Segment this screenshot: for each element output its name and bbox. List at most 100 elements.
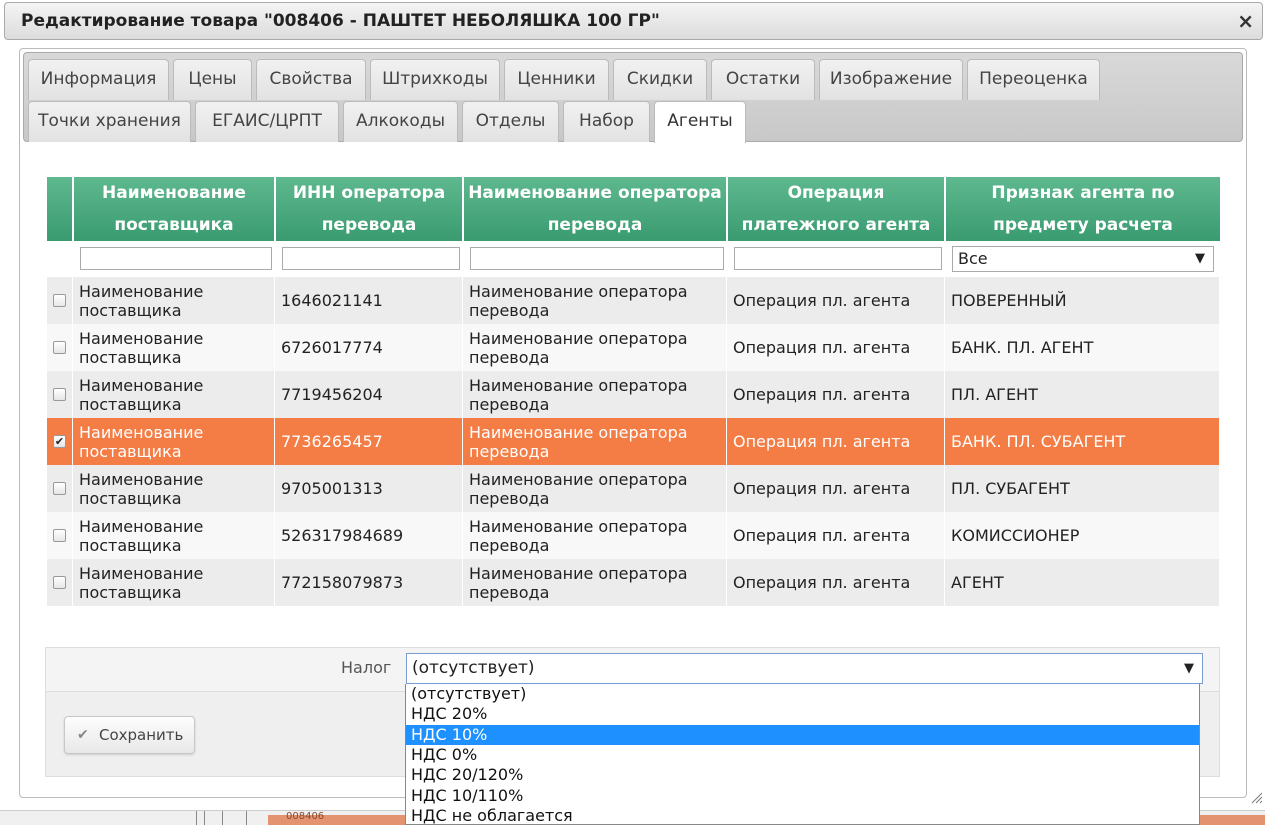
filter-operation-input[interactable] bbox=[734, 247, 942, 270]
table-row[interactable]: Наименование поставщика 772158079873 Наиме… bbox=[47, 559, 1220, 606]
tax-label: Налог bbox=[341, 658, 392, 677]
cell-agent-sign: БАНК. ПЛ. СУБАГЕНТ bbox=[946, 418, 1220, 465]
tab-set[interactable]: Набор bbox=[563, 101, 650, 142]
row-checkbox[interactable] bbox=[53, 482, 66, 495]
table-row[interactable]: Наименование поставщика 9705001313 Наимено… bbox=[47, 465, 1220, 512]
tab-egais[interactable]: ЕГАИС/ЦРПТ bbox=[195, 101, 339, 142]
row-checkbox[interactable]: ✔ bbox=[53, 435, 66, 448]
tax-option[interactable]: НДС 20% bbox=[406, 704, 1199, 724]
cell-operator: Наименование оператора перевода bbox=[464, 371, 727, 418]
filter-inn-input[interactable] bbox=[282, 247, 460, 270]
cell-checkbox bbox=[47, 324, 73, 371]
dialog-titlebar[interactable]: Редактирование товара "008406 - ПАШТЕТ Н… bbox=[4, 2, 1263, 40]
row-checkbox[interactable] bbox=[53, 388, 66, 401]
cell-inn: 7719456204 bbox=[276, 371, 463, 418]
save-button[interactable]: ✔ Сохранить bbox=[64, 716, 195, 754]
cell-operation: Операция пл. агента bbox=[728, 512, 945, 559]
checkmark-icon: ✔ bbox=[77, 727, 89, 743]
cell-checkbox bbox=[47, 465, 73, 512]
cell-agent-sign: ПЛ. АГЕНТ bbox=[946, 371, 1220, 418]
cell-operation: Операция пл. агента bbox=[728, 277, 945, 324]
cell-agent-sign: АГЕНТ bbox=[946, 559, 1220, 606]
tax-option[interactable]: (отсутствует) bbox=[406, 684, 1199, 704]
background-separator bbox=[246, 811, 247, 825]
tab-storage-points[interactable]: Точки хранения bbox=[28, 101, 191, 142]
cell-operator: Наименование оператора перевода bbox=[464, 324, 727, 371]
cell-checkbox bbox=[47, 512, 73, 559]
header-supplier[interactable]: Наименование поставщика bbox=[74, 177, 275, 241]
filter-operator-input[interactable] bbox=[470, 247, 724, 270]
cell-operator: Наименование оператора перевода bbox=[464, 465, 727, 512]
tab-prices[interactable]: Цены bbox=[173, 59, 252, 100]
tab-alcocodes[interactable]: Алкокоды bbox=[343, 101, 458, 142]
tax-option[interactable]: НДС 0% bbox=[406, 745, 1199, 765]
cell-operation: Операция пл. агента bbox=[728, 371, 945, 418]
cell-supplier: Наименование поставщика bbox=[74, 512, 275, 559]
tax-option[interactable]: НДС 10/110% bbox=[406, 786, 1199, 806]
table-row[interactable]: Наименование поставщика 6726017774 Наимено… bbox=[47, 324, 1220, 371]
cell-operator: Наименование оператора перевода bbox=[464, 418, 727, 465]
save-button-label: Сохранить bbox=[99, 726, 184, 744]
background-separator bbox=[222, 811, 223, 825]
tab-properties[interactable]: Свойства bbox=[256, 59, 366, 100]
cell-supplier: Наименование поставщика bbox=[74, 277, 275, 324]
background-row-text: 008406 bbox=[286, 811, 325, 822]
table-row[interactable]: Наименование поставщика 1646021141 Наимено… bbox=[47, 277, 1220, 324]
filter-select-value: Все bbox=[958, 249, 988, 268]
cell-supplier: Наименование поставщика bbox=[74, 371, 275, 418]
tab-revaluation[interactable]: Переоценка bbox=[967, 59, 1100, 100]
filter-agent-sign-select[interactable]: Все ▼ bbox=[952, 246, 1214, 272]
tab-discounts[interactable]: Скидки bbox=[613, 59, 707, 100]
tax-select[interactable]: (отсутствует) ▼ bbox=[406, 653, 1203, 684]
header-operation[interactable]: Операция платежного агента bbox=[728, 177, 945, 241]
table-row[interactable]: Наименование поставщика 7719456204 Наимено… bbox=[47, 371, 1220, 418]
tab-stock[interactable]: Остатки bbox=[711, 59, 815, 100]
cell-operation: Операция пл. агента bbox=[728, 418, 945, 465]
cell-checkbox bbox=[47, 371, 73, 418]
tab-agents[interactable]: Агенты bbox=[654, 101, 746, 143]
header-agent-sign[interactable]: Признак агента по предмету расчета bbox=[946, 177, 1220, 241]
row-checkbox[interactable] bbox=[53, 341, 66, 354]
header-checkbox-col bbox=[47, 177, 73, 241]
tax-option[interactable]: НДС 20/120% bbox=[406, 765, 1199, 785]
tax-select-value: (отсутствует) bbox=[412, 658, 535, 678]
tab-price-tags[interactable]: Ценники bbox=[504, 59, 609, 100]
cell-checkbox bbox=[47, 559, 73, 606]
cell-agent-sign: ПОВЕРЕННЫЙ bbox=[946, 277, 1220, 324]
cell-checkbox: ✔ bbox=[47, 418, 73, 465]
header-operator[interactable]: Наименование оператора перевода bbox=[464, 177, 727, 241]
filter-supplier-input[interactable] bbox=[80, 247, 272, 270]
table-row[interactable]: ✔ Наименование поставщика 7736265457 Наимен… bbox=[47, 418, 1220, 465]
cell-inn: 6726017774 bbox=[276, 324, 463, 371]
tax-option[interactable]: НДС не облагается bbox=[406, 806, 1199, 826]
header-inn[interactable]: ИНН оператора перевода bbox=[276, 177, 463, 241]
cell-operator: Наименование оператора перевода bbox=[464, 512, 727, 559]
cell-agent-sign: ПЛ. СУБАГЕНТ bbox=[946, 465, 1220, 512]
row-checkbox[interactable] bbox=[53, 576, 66, 589]
tab-barcodes[interactable]: Штрихкоды bbox=[370, 59, 500, 100]
tab-information[interactable]: Информация bbox=[28, 59, 169, 100]
close-icon[interactable]: × bbox=[1237, 9, 1254, 33]
cell-operation: Операция пл. агента bbox=[728, 465, 945, 512]
table-row[interactable]: Наименование поставщика 526317984689 Наиме… bbox=[47, 512, 1220, 559]
cell-agent-sign: КОМИССИОНЕР bbox=[946, 512, 1220, 559]
row-checkbox[interactable] bbox=[53, 529, 66, 542]
tab-image[interactable]: Изображение bbox=[819, 59, 963, 100]
cell-supplier: Наименование поставщика bbox=[74, 559, 275, 606]
cell-supplier: Наименование поставщика bbox=[74, 418, 275, 465]
tax-option[interactable]: НДС 10% bbox=[406, 724, 1199, 745]
tab-departments[interactable]: Отделы bbox=[462, 101, 559, 142]
cell-inn: 526317984689 bbox=[276, 512, 463, 559]
chevron-down-icon: ▼ bbox=[1184, 661, 1194, 676]
dialog-title: Редактирование товара "008406 - ПАШТЕТ Н… bbox=[21, 11, 660, 31]
cell-inn: 772158079873 bbox=[276, 559, 463, 606]
cell-agent-sign: БАНК. ПЛ. АГЕНТ bbox=[946, 324, 1220, 371]
row-checkbox[interactable] bbox=[53, 294, 66, 307]
resize-grip-icon[interactable] bbox=[1249, 790, 1263, 804]
cell-operator: Наименование оператора перевода bbox=[464, 559, 727, 606]
cell-inn: 7736265457 bbox=[276, 418, 463, 465]
cell-inn: 1646021141 bbox=[276, 277, 463, 324]
tab-bar: Информация Цены Свойства Штрихкоды Ценни… bbox=[23, 52, 1243, 143]
chevron-down-icon: ▼ bbox=[1195, 251, 1205, 266]
cell-operation: Операция пл. агента bbox=[728, 324, 945, 371]
